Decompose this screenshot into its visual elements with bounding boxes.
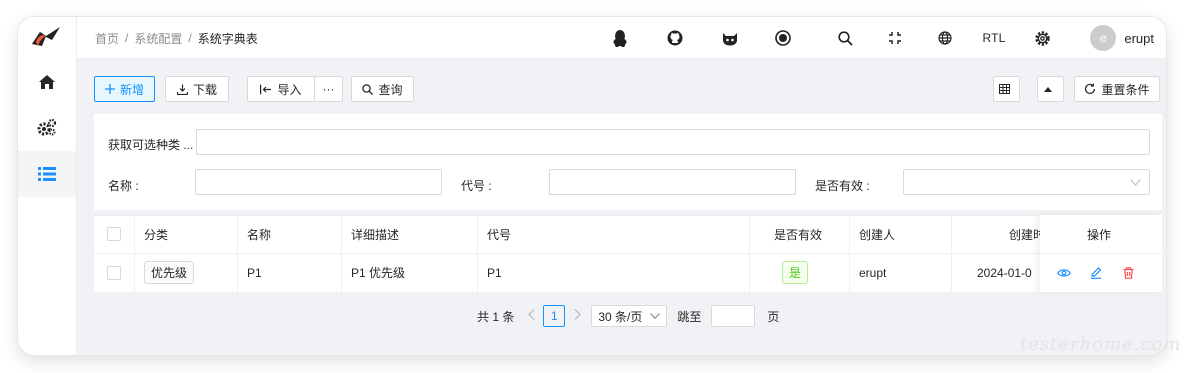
name-label: 名称 : xyxy=(108,179,139,193)
operations-column: 操作 xyxy=(1040,215,1162,292)
jump-input[interactable] xyxy=(711,305,756,327)
nav-settings[interactable] xyxy=(18,105,76,151)
header-creator[interactable]: 创建人 xyxy=(859,215,895,253)
breadcrumb-separator: / xyxy=(188,31,192,45)
cell-desc: P1 优先级 xyxy=(351,266,406,280)
breadcrumb-current: 系统字典表 xyxy=(197,31,258,46)
category-tag: 优先级 xyxy=(144,261,195,284)
edit-icon[interactable] xyxy=(1090,253,1102,292)
chevron-down-icon xyxy=(650,313,661,319)
sidebar xyxy=(18,17,77,355)
name-field[interactable] xyxy=(195,169,442,195)
page-size-value: 30 条/页 xyxy=(598,309,643,324)
import-icon xyxy=(260,84,272,94)
delete-icon[interactable] xyxy=(1123,253,1134,292)
cell-creator: erupt xyxy=(859,265,887,280)
category-select[interactable] xyxy=(196,129,1150,155)
header-code[interactable]: 代号 xyxy=(487,215,511,253)
record-icon[interactable] xyxy=(775,17,791,59)
pagination: 共 1 条 1 30 条/页 跳至 页 xyxy=(477,304,779,328)
top-icons: RTL xyxy=(613,17,1051,59)
header-ops: 操作 xyxy=(1087,227,1112,242)
jump-label: 跳至 xyxy=(677,309,702,324)
data-table: 分类 名称 详细描述 代号 是否有效 创建人 创建时 优先级 P1 P1 优先级… xyxy=(94,215,1162,292)
fullscreen-icon[interactable] xyxy=(888,17,902,59)
gitee-icon[interactable] xyxy=(721,17,739,59)
add-button-label: 新增 xyxy=(119,82,144,97)
list-icon xyxy=(38,167,56,181)
page-size-select[interactable]: 30 条/页 xyxy=(591,305,668,327)
select-all-checkbox[interactable] xyxy=(107,215,121,253)
row-checkbox[interactable] xyxy=(107,253,121,292)
plus-icon xyxy=(104,84,115,94)
chevron-down-icon xyxy=(1130,179,1141,186)
next-page-button[interactable] xyxy=(574,309,582,323)
nav-list[interactable] xyxy=(18,151,76,197)
settings-icon[interactable] xyxy=(1033,17,1051,59)
collapse-button[interactable] xyxy=(1037,76,1064,102)
category-label: 获取可选种类 ... xyxy=(108,138,194,152)
prev-page-button[interactable] xyxy=(528,309,535,323)
cell-name: P1 xyxy=(247,265,262,280)
breadcrumb-parent[interactable]: 系统配置 xyxy=(134,30,182,47)
add-button[interactable]: 新增 xyxy=(94,76,155,102)
cell-category: 优先级 xyxy=(144,253,195,292)
import-button-label: 导入 xyxy=(277,82,302,97)
username: erupt xyxy=(1124,30,1154,46)
filter-panel: 获取可选种类 ... 名称 : 代号 : 是否有效 : xyxy=(94,114,1162,210)
valid-select[interactable] xyxy=(903,169,1150,195)
query-button-label: 查询 xyxy=(378,82,403,97)
reset-button-label: 重置条件 xyxy=(1101,82,1150,97)
cell-valid: 是 xyxy=(782,253,809,292)
page-item-1[interactable]: 1 xyxy=(543,305,566,327)
download-button[interactable]: 下载 xyxy=(165,76,229,102)
column-settings-button[interactable] xyxy=(993,76,1020,102)
caret-up-icon xyxy=(1044,86,1052,92)
rtl-toggle[interactable]: RTL xyxy=(982,17,1006,59)
code-label: 代号 : xyxy=(461,179,492,193)
erupt-logo[interactable] xyxy=(18,17,76,59)
valid-label: 是否有效 : xyxy=(815,179,870,193)
globe-icon[interactable] xyxy=(938,17,952,59)
watermark: testerhome.com xyxy=(1020,334,1182,355)
page-unit: 页 xyxy=(767,309,780,324)
code-field[interactable] xyxy=(549,169,796,195)
download-button-label: 下载 xyxy=(192,82,217,97)
main-content: 新增 下载 导入 ··· 查询 重置条件 获取可选种类 ... 名称: 代号 … xyxy=(77,59,1166,355)
top-bar: 首页 / 系统配置 / 系统字典表 RTL e erupt xyxy=(77,17,1166,59)
query-button[interactable]: 查询 xyxy=(351,76,414,102)
cell-code: P1 xyxy=(487,265,502,280)
download-icon xyxy=(176,84,188,95)
header-desc[interactable]: 详细描述 xyxy=(351,215,399,253)
breadcrumb-separator: / xyxy=(125,31,129,45)
github-icon[interactable] xyxy=(667,17,683,59)
total-count: 共 1 条 xyxy=(477,309,515,324)
view-icon[interactable] xyxy=(1057,253,1071,292)
avatar: e xyxy=(1090,25,1117,51)
reload-icon xyxy=(1085,83,1096,94)
search-icon xyxy=(362,83,374,95)
chevron-right-icon xyxy=(574,309,582,320)
home-icon xyxy=(39,75,55,89)
more-button[interactable]: ··· xyxy=(314,76,343,102)
user-menu[interactable]: e erupt xyxy=(1090,17,1154,59)
chevron-left-icon xyxy=(528,309,535,320)
import-button[interactable]: 导入 xyxy=(247,76,315,102)
table-icon xyxy=(998,84,1010,94)
header-name[interactable]: 名称 xyxy=(247,215,271,253)
reset-button[interactable]: 重置条件 xyxy=(1074,76,1160,102)
qq-icon[interactable] xyxy=(613,17,627,59)
cell-created: 2024-01-0 xyxy=(977,265,1032,280)
search-icon[interactable] xyxy=(837,17,853,59)
gears-icon xyxy=(37,119,57,136)
breadcrumb: 首页 / 系统配置 / 系统字典表 xyxy=(95,17,258,59)
app-window: 首页 / 系统配置 / 系统字典表 RTL e erupt 新增 下载 导入 ·… xyxy=(18,17,1166,355)
status-badge: 是 xyxy=(782,261,809,284)
header-valid[interactable]: 是否有效 xyxy=(774,215,822,253)
breadcrumb-home[interactable]: 首页 xyxy=(95,30,119,47)
header-category[interactable]: 分类 xyxy=(144,215,168,253)
nav-home[interactable] xyxy=(18,59,76,105)
